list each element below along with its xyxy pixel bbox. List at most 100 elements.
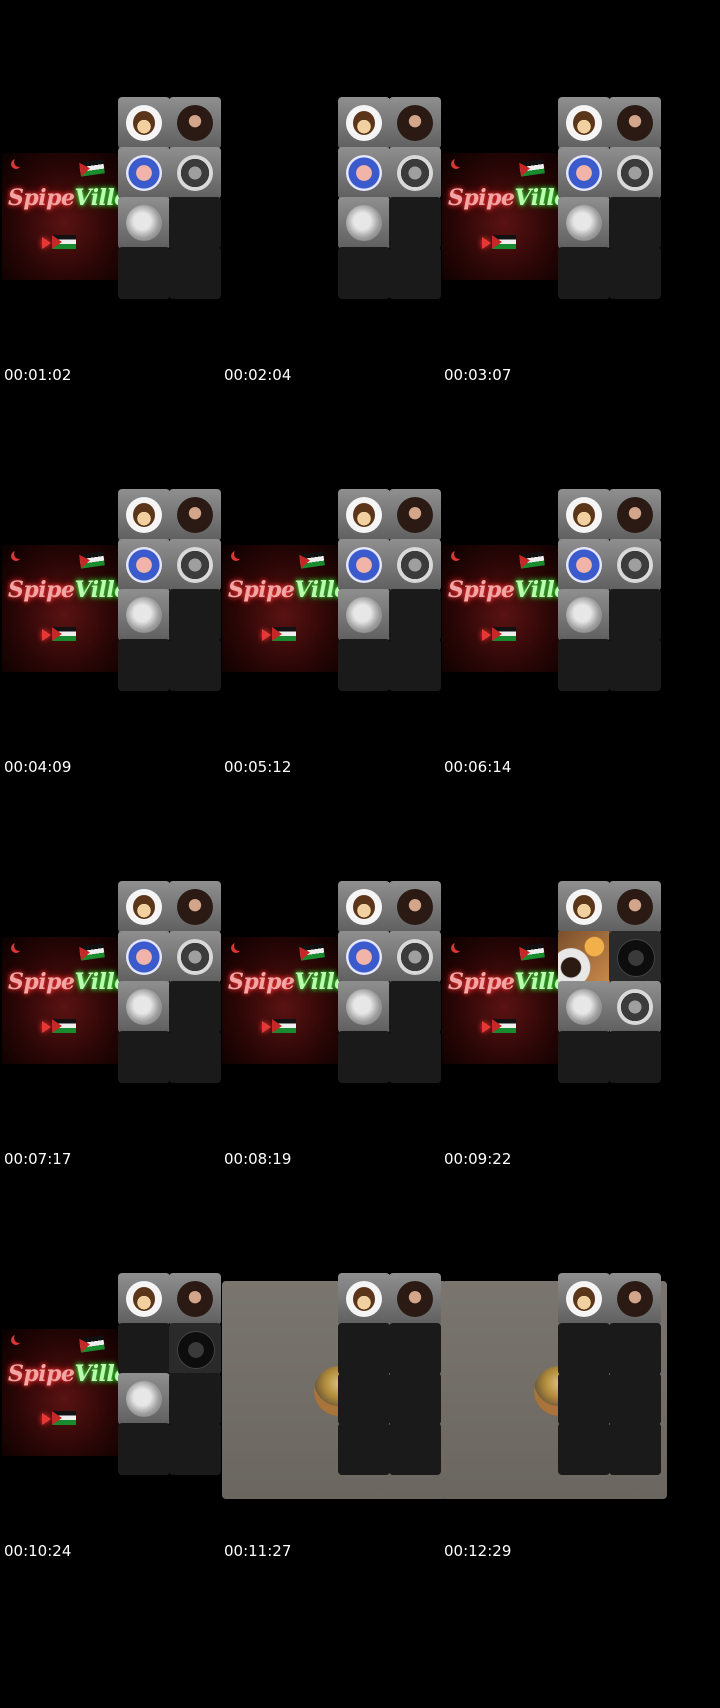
stone-avatar [126,205,162,241]
participant-tile[interactable] [558,981,610,1033]
empty-participant-tile [338,1323,390,1375]
participant-tile[interactable] [558,1273,610,1325]
timestamp-label: 00:09:22 [444,1150,512,1168]
spipeville-banner: SpipeVille [442,937,566,1064]
food-video [558,931,610,983]
participant-tile[interactable] [609,489,661,541]
flag-icon [79,551,105,569]
participant-tile[interactable] [389,931,441,983]
clown-avatar [126,155,162,191]
stone-avatar [126,1381,162,1417]
participant-tile[interactable] [389,1273,441,1325]
empty-participant-tile [609,247,661,299]
participant-tile[interactable] [118,931,170,983]
banner-text: SpipeVille [228,969,346,995]
participant-tile[interactable] [118,147,170,199]
participant-tile[interactable] [338,539,390,591]
dog-avatar [617,989,653,1025]
participant-tile[interactable] [338,931,390,983]
spipeville-banner: SpipeVille [222,545,346,672]
participant-tile[interactable] [609,1273,661,1325]
participant-tile[interactable] [609,147,661,199]
participant-tile[interactable] [118,881,170,933]
participant-tile[interactable] [609,97,661,149]
arrow-icon [42,237,51,249]
participant-tile[interactable] [118,1373,170,1425]
empty-participant-tile [558,639,610,691]
participant-tile[interactable] [338,97,390,149]
empty-participant-tile [558,1323,610,1375]
arrow-icon [262,1021,271,1033]
woman-avatar [177,105,213,141]
participant-tile[interactable] [169,881,221,933]
empty-participant-tile [118,639,170,691]
empty-participant-tile [389,1031,441,1083]
stone-avatar [346,989,382,1025]
participant-tile[interactable] [609,931,661,983]
empty-participant-tile [558,247,610,299]
banner-text: SpipeVille [8,1361,126,1387]
participant-tile[interactable] [118,1273,170,1325]
participant-tile[interactable] [558,147,610,199]
flag-icon [79,943,105,961]
empty-participant-tile [609,589,661,641]
arrow-icon [482,629,491,641]
flag-icon [519,943,545,961]
participant-tile[interactable] [118,539,170,591]
participant-tile[interactable] [609,881,661,933]
participant-tile[interactable] [558,197,610,249]
participant-tile[interactable] [389,147,441,199]
timestamp-label: 00:08:19 [224,1150,292,1168]
participant-tile[interactable] [389,539,441,591]
participant-tile[interactable] [558,931,610,983]
timestamp-label: 00:01:02 [4,366,72,384]
empty-participant-tile [389,589,441,641]
video-frame: 00:12:29 [440,1176,680,1603]
arrow-icon [42,629,51,641]
participant-tile[interactable] [609,981,661,1033]
timestamp-label: 00:04:09 [4,758,72,776]
dog-avatar [397,939,433,975]
participant-tile[interactable] [338,589,390,641]
empty-participant-tile [389,1323,441,1375]
participant-tile[interactable] [558,589,610,641]
participant-tile[interactable] [338,981,390,1033]
participant-tile[interactable] [338,197,390,249]
woman-avatar [177,497,213,533]
participant-tile[interactable] [338,489,390,541]
participant-tile[interactable] [169,1273,221,1325]
participant-tile[interactable] [118,197,170,249]
participant-tile[interactable] [169,97,221,149]
participant-tile[interactable] [389,97,441,149]
flag-icon [492,1019,516,1033]
participant-tile[interactable] [169,1323,221,1375]
participant-tile[interactable] [118,589,170,641]
participant-tile[interactable] [558,97,610,149]
participant-tile[interactable] [389,489,441,541]
participant-tile[interactable] [118,981,170,1033]
empty-participant-tile [389,197,441,249]
spipeville-banner: SpipeVille [2,545,126,672]
participant-tile[interactable] [338,147,390,199]
participant-tile[interactable] [338,881,390,933]
participant-tile[interactable] [169,931,221,983]
clown-avatar [566,547,602,583]
dog-avatar [177,547,213,583]
participant-tile[interactable] [118,489,170,541]
empty-participant-tile [609,197,661,249]
participant-tile[interactable] [118,97,170,149]
participant-tile[interactable] [609,539,661,591]
participant-tile[interactable] [338,1273,390,1325]
participant-tile[interactable] [169,539,221,591]
participant-tile[interactable] [558,539,610,591]
woman-avatar [617,497,653,533]
participant-tile[interactable] [169,147,221,199]
participant-tile[interactable] [169,489,221,541]
video-frame: SpipeVille 00:04:09 [0,392,240,819]
dark-avatar [617,939,655,977]
crescent-icon [454,157,464,167]
participant-tile[interactable] [389,881,441,933]
participant-tile[interactable] [558,489,610,541]
participant-tile[interactable] [558,881,610,933]
empty-participant-tile [389,247,441,299]
